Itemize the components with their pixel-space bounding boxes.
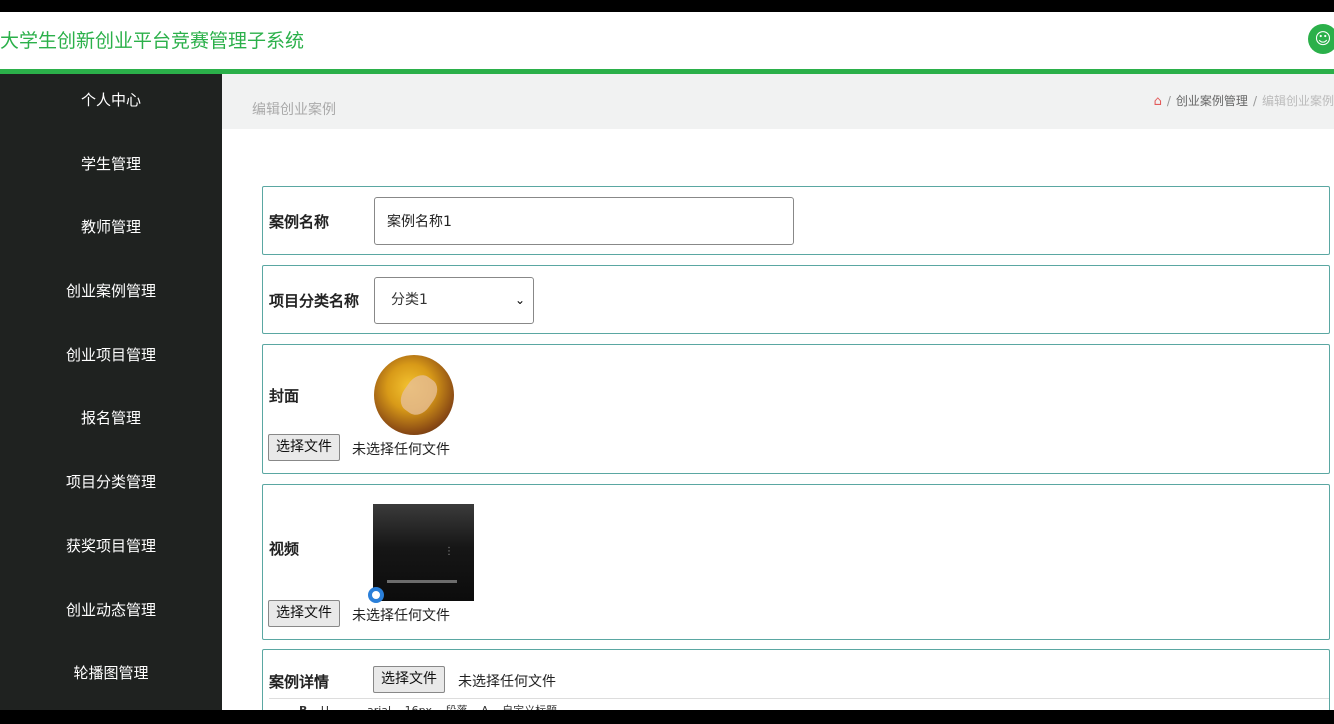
cover-label: 封面 (269, 387, 300, 405)
cover-file-status: 未选择任何文件 (352, 442, 450, 458)
breadcrumb-bar: 编辑创业案例 ⌂ / 创业案例管理 / 编辑创业案例 (222, 74, 1334, 129)
sidebar-item-news[interactable]: 创业动态管理 (0, 584, 222, 648)
main-content: 编辑创业案例 ⌂/创业案例管理/编辑创业案例 案例名称 项目分类名称 分类1 ⌄… (222, 74, 1334, 710)
video-choose-file-button[interactable]: 选择文件 (268, 600, 340, 627)
cover-image (374, 355, 454, 435)
detail-label: 案例详情 (269, 673, 330, 691)
category-selected: 分类1 (391, 292, 428, 308)
header: 大学生创新创业平台竞赛管理子系统 ☺ (0, 12, 1334, 70)
sidebar-item-cases[interactable]: 创业案例管理 (0, 265, 222, 329)
font-color-icon[interactable]: A (481, 699, 489, 710)
video-row: 视频 ⋮ 选择文件 未选择任何文件 (262, 484, 1330, 640)
category-select[interactable]: 分类1 ⌄ (374, 277, 534, 324)
editor-toolbar: B U — arial 16px 段落 A 自定义标题 (269, 698, 1329, 710)
sidebar-item-registration[interactable]: 报名管理 (0, 392, 222, 456)
sidebar-item-projects[interactable]: 创业项目管理 (0, 329, 222, 393)
case-name-input[interactable] (374, 197, 794, 245)
breadcrumb-current: 编辑创业案例 (1261, 94, 1334, 108)
system-title: 大学生创新创业平台竞赛管理子系统 (0, 30, 305, 52)
cover-row: 封面 选择文件 未选择任何文件 (262, 344, 1330, 474)
font-select[interactable]: arial (367, 699, 391, 710)
breadcrumb: ⌂ / 创业案例管理 / 编辑创业案例 (1153, 94, 1334, 109)
sidebar-item-categories[interactable]: 项目分类管理 (0, 456, 222, 520)
detail-file-status: 未选择任何文件 (458, 674, 556, 690)
detail-choose-file-button[interactable]: 选择文件 (373, 666, 445, 693)
paragraph-select[interactable]: 段落 (446, 699, 468, 710)
underline-icon[interactable]: U (321, 699, 329, 710)
video-progress-bar (387, 580, 457, 583)
home-icon[interactable]: ⌂ (1154, 94, 1162, 109)
font-size-select[interactable]: 16px (405, 699, 433, 710)
case-name-label: 案例名称 (269, 213, 330, 231)
category-row: 项目分类名称 分类1 ⌄ (262, 265, 1330, 334)
breadcrumb-link[interactable]: 创业案例管理 (1176, 94, 1248, 108)
sidebar-item-teachers[interactable]: 教师管理 (0, 201, 222, 265)
app-window: 大学生创新创业平台竞赛管理子系统 ☺ 个人中心 学生管理 教师管理 创业案例管理… (0, 12, 1334, 710)
sidebar-item-personal-center[interactable]: 个人中心 (0, 74, 222, 138)
user-icon[interactable]: ☺ (1308, 24, 1334, 54)
chevron-down-icon: ⌄ (514, 293, 525, 307)
sidebar-item-students[interactable]: 学生管理 (0, 138, 222, 202)
custom-title-select[interactable]: 自定义标题 (502, 699, 557, 710)
cover-choose-file-button[interactable]: 选择文件 (268, 434, 340, 461)
detail-row: 案例详情 选择文件 未选择任何文件 B U — arial 16px 段落 A … (262, 649, 1330, 710)
sidebar: 个人中心 学生管理 教师管理 创业案例管理 创业项目管理 报名管理 项目分类管理… (0, 74, 222, 710)
case-name-row: 案例名称 (262, 186, 1330, 255)
video-label: 视频 (269, 540, 300, 558)
bold-icon[interactable]: B (299, 699, 307, 710)
category-label: 项目分类名称 (269, 292, 360, 310)
sidebar-item-carousel[interactable]: 轮播图管理 (0, 647, 222, 710)
horizontal-rule-icon[interactable]: — (342, 699, 353, 710)
video-player[interactable]: ⋮ (373, 504, 474, 601)
page-title: 编辑创业案例 (252, 102, 336, 118)
video-file-status: 未选择任何文件 (352, 608, 450, 624)
sidebar-item-awards[interactable]: 获奖项目管理 (0, 520, 222, 584)
more-icon: ⋮ (444, 546, 454, 557)
